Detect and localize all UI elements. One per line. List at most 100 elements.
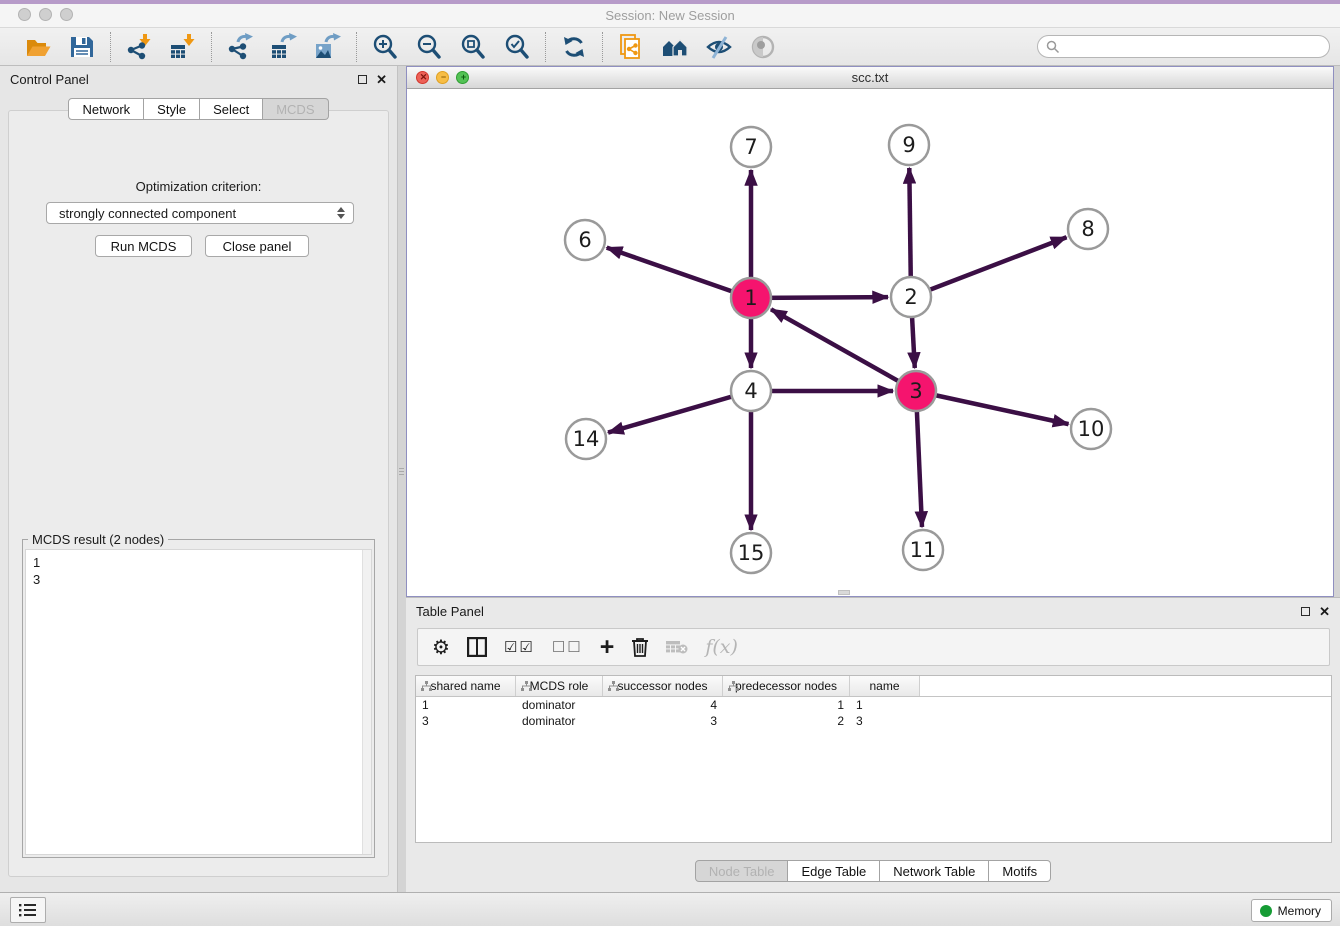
tab-network-table[interactable]: Network Table [880, 860, 989, 882]
zoom-fit-icon[interactable] [458, 32, 488, 62]
zoom-selected-icon[interactable] [502, 32, 532, 62]
delete-table-icon[interactable] [666, 632, 688, 662]
result-scrollbar[interactable] [362, 550, 371, 854]
node-table[interactable]: shared nameMCDS rolesuccessor nodesprede… [415, 675, 1332, 843]
graph-node-3[interactable]: 3 [896, 371, 936, 411]
tab-edge-table[interactable]: Edge Table [788, 860, 880, 882]
svg-text:10: 10 [1078, 417, 1105, 441]
table-cell: 1 [723, 697, 850, 713]
graph-edge-3-10[interactable] [916, 391, 1069, 424]
close-table-panel-icon[interactable]: ✕ [1319, 605, 1330, 618]
tab-select[interactable]: Select [200, 98, 263, 120]
tab-mcds[interactable]: MCDS [263, 98, 328, 120]
table-row[interactable]: 1dominator411 [416, 697, 1331, 713]
graph-node-1[interactable]: 1 [731, 278, 771, 318]
control-panel-tabs: NetworkStyleSelectMCDS [0, 98, 397, 120]
float-table-panel-icon[interactable] [1301, 607, 1310, 616]
task-history-button[interactable] [10, 897, 46, 923]
table-row[interactable]: 3dominator323 [416, 713, 1331, 729]
table-cell: 1 [416, 697, 516, 713]
tab-node-table[interactable]: Node Table [695, 860, 789, 882]
node-table-header: shared nameMCDS rolesuccessor nodesprede… [416, 676, 1331, 697]
select-all-columns-icon[interactable]: ☑☑ [504, 632, 535, 662]
svg-text:2: 2 [904, 285, 917, 309]
refresh-icon[interactable] [559, 32, 589, 62]
import-table-icon[interactable] [168, 32, 198, 62]
graph-node-10[interactable]: 10 [1071, 409, 1111, 449]
network-scroll-grip[interactable] [838, 590, 850, 595]
mcds-result-box[interactable]: 1 3 [25, 549, 372, 855]
splitter-grip[interactable] [398, 458, 405, 484]
show-columns-icon[interactable] [467, 632, 487, 662]
shared-column-icon [608, 681, 619, 692]
network-window-titlebar[interactable]: ✕ − + scc.txt [407, 67, 1333, 89]
svg-text:11: 11 [910, 538, 937, 562]
column-header-MCDS-role[interactable]: MCDS role [516, 676, 603, 696]
zoom-in-icon[interactable] [370, 32, 400, 62]
show-all-icon[interactable] [748, 32, 778, 62]
graph-node-11[interactable]: 11 [903, 530, 943, 570]
open-file-icon[interactable] [23, 32, 53, 62]
graph-node-7[interactable]: 7 [731, 127, 771, 167]
tab-network[interactable]: Network [68, 98, 144, 120]
shared-column-icon [728, 681, 739, 692]
shared-column-icon [521, 681, 532, 692]
save-session-icon[interactable] [67, 32, 97, 62]
mcds-result-group: MCDS result (2 nodes) 1 3 [22, 539, 375, 858]
column-header-successor-nodes[interactable]: successor nodes [603, 676, 723, 696]
table-cell: dominator [516, 713, 603, 729]
app-title: Session: New Session [0, 8, 1340, 23]
memory-button[interactable]: Memory [1251, 899, 1332, 922]
graph-edge-2-8[interactable] [911, 237, 1067, 297]
export-image-icon[interactable] [313, 32, 343, 62]
list-icon [19, 903, 37, 917]
main-toolbar [0, 28, 1340, 66]
tab-style[interactable]: Style [144, 98, 200, 120]
table-cell: 3 [416, 713, 516, 729]
column-header-name[interactable]: name [850, 676, 920, 696]
graph-node-4[interactable]: 4 [731, 371, 771, 411]
graph-node-8[interactable]: 8 [1068, 209, 1108, 249]
table-options-gear-icon[interactable]: ⚙ [432, 632, 450, 662]
column-header-shared-name[interactable]: shared name [416, 676, 516, 696]
graph-node-2[interactable]: 2 [891, 277, 931, 317]
function-builder-icon[interactable]: f(x) [705, 632, 738, 662]
network-canvas[interactable]: 7 9 6 8 1 2 4 3 14 10 15 11 [407, 89, 1333, 596]
table-cell: dominator [516, 697, 603, 713]
graph-edge-1-6[interactable] [607, 248, 751, 298]
table-toolbar: ⚙ ☑☑ ☐☐ + f(x) [417, 628, 1330, 666]
graph-node-9[interactable]: 9 [889, 125, 929, 165]
export-table-icon[interactable] [269, 32, 299, 62]
delete-column-icon[interactable] [631, 632, 649, 662]
graph-edge-4-14[interactable] [608, 391, 751, 433]
first-neighbors-icon[interactable] [660, 32, 690, 62]
graph-node-15[interactable]: 15 [731, 533, 771, 573]
svg-text:1: 1 [744, 286, 757, 310]
create-column-icon[interactable]: + [600, 632, 615, 662]
deselect-all-columns-icon[interactable]: ☐☐ [552, 632, 583, 662]
float-panel-icon[interactable] [358, 75, 367, 84]
graph-node-14[interactable]: 14 [566, 419, 606, 459]
table-cell: 3 [850, 713, 920, 729]
app-titlebar: Session: New Session [0, 0, 1340, 28]
control-panel-title: Control Panel [10, 72, 89, 87]
run-mcds-button[interactable]: Run MCDS [95, 235, 192, 257]
zoom-out-icon[interactable] [414, 32, 444, 62]
new-network-from-file-icon[interactable] [616, 32, 646, 62]
svg-text:8: 8 [1081, 217, 1094, 241]
mcds-panel: Optimization criterion: strongly connect… [8, 110, 389, 877]
hide-selected-icon[interactable] [704, 32, 734, 62]
export-network-icon[interactable] [225, 32, 255, 62]
table-panel-title: Table Panel [416, 604, 484, 619]
close-panel-button[interactable]: Close panel [205, 235, 309, 257]
tab-motifs[interactable]: Motifs [989, 860, 1051, 882]
optimization-criterion-value: strongly connected component [59, 206, 236, 221]
table-cell: 3 [603, 713, 723, 729]
close-panel-icon[interactable]: ✕ [376, 73, 387, 86]
optimization-criterion-select[interactable]: strongly connected component [46, 202, 354, 224]
graph-edge-3-1[interactable] [771, 309, 916, 391]
graph-node-6[interactable]: 6 [565, 220, 605, 260]
column-header-predecessor-nodes[interactable]: predecessor nodes [723, 676, 850, 696]
import-network-icon[interactable] [124, 32, 154, 62]
search-input[interactable] [1037, 35, 1330, 58]
